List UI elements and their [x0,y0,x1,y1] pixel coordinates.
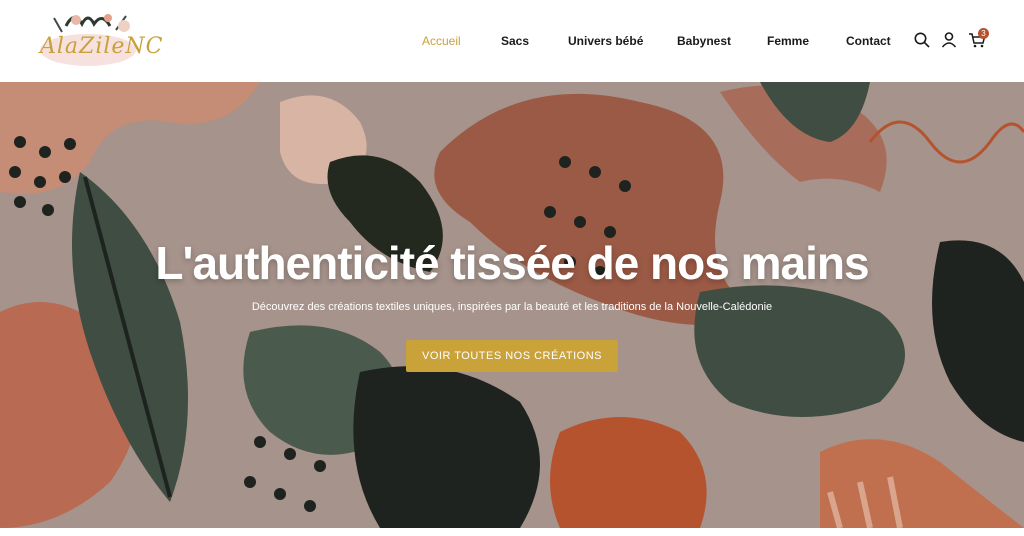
page: AlaZileNC Accueil Sacs Univers bébé Baby… [0,0,1024,536]
nav-item-contact[interactable]: Contact [846,34,891,48]
hero-title: L'authenticité tissée de nos mains [155,237,869,289]
nav-item-sacs[interactable]: Sacs [501,34,529,48]
nav-item-univers-bebe[interactable]: Univers bébé [568,34,643,48]
nav-item-babynest[interactable]: Babynest [677,34,731,48]
nav-item-femme[interactable]: Femme [767,34,809,48]
hero-banner: L'authenticité tissée de nos mains Décou… [0,82,1024,528]
user-icon[interactable] [940,31,958,49]
nav-item-accueil[interactable]: Accueil [422,34,461,48]
hero-subtitle: Découvrez des créations textiles uniques… [251,301,773,313]
search-icon[interactable] [913,31,931,49]
cart-icon[interactable]: 3 [968,28,989,49]
site-header: AlaZileNC Accueil Sacs Univers bébé Baby… [0,0,1024,83]
page-bottom-edge [0,528,1024,536]
main-nav: Accueil Sacs Univers bébé Babynest Femme… [0,34,1024,50]
cart-count-badge: 3 [978,28,989,39]
view-all-creations-button[interactable]: VOIR TOUTES NOS CRÉATIONS [406,340,618,372]
